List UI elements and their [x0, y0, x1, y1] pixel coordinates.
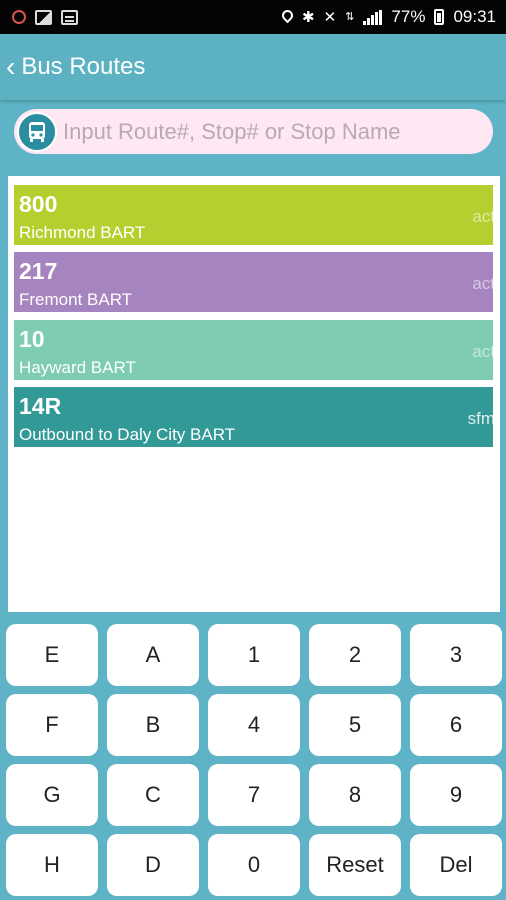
key-g[interactable]: G [6, 764, 98, 826]
mute-icon: ✕ [323, 8, 337, 26]
status-left [12, 9, 78, 25]
key-8[interactable]: 8 [309, 764, 401, 826]
key-d[interactable]: D [107, 834, 199, 896]
key-h[interactable]: H [6, 834, 98, 896]
route-name: Hayward BART [19, 358, 136, 377]
data-icon: ⇅ [345, 10, 355, 23]
route-item-217[interactable]: 217 Fremont BART act [14, 252, 493, 312]
route-agency: act [472, 207, 493, 226]
route-item-800[interactable]: 800 Richmond BART act [14, 185, 493, 245]
status-bar: ✱ ✕ ⇅ 77% 09:31 [0, 0, 506, 34]
message-icon [61, 9, 78, 25]
key-c[interactable]: C [107, 764, 199, 826]
route-item-14r[interactable]: 14R Outbound to Daly City BART sfm [14, 387, 493, 447]
key-0[interactable]: 0 [208, 834, 300, 896]
key-e[interactable]: E [6, 624, 98, 686]
key-1[interactable]: 1 [208, 624, 300, 686]
signal-icon [363, 9, 383, 25]
key-4[interactable]: 4 [208, 694, 300, 756]
app-bar: ‹ Bus Routes [0, 34, 506, 100]
battery-icon [434, 9, 445, 25]
bus-icon [17, 111, 57, 152]
key-a[interactable]: A [107, 624, 199, 686]
clock: 09:31 [453, 7, 496, 26]
key-b[interactable]: B [107, 694, 199, 756]
bluetooth-icon: ✱ [302, 8, 315, 26]
key-f[interactable]: F [6, 694, 98, 756]
search-input[interactable] [61, 117, 485, 146]
route-agency: act [472, 342, 493, 361]
key-6[interactable]: 6 [410, 694, 502, 756]
route-number: 800 [19, 191, 58, 217]
image-icon [35, 9, 52, 25]
search-bar[interactable] [14, 109, 493, 154]
route-list: 800 Richmond BART act 217 Fremont BART a… [8, 176, 500, 612]
route-number: 14R [19, 393, 62, 419]
route-number: 217 [19, 258, 58, 284]
status-right: ✱ ✕ ⇅ 77% 09:31 [282, 7, 496, 27]
key-5[interactable]: 5 [309, 694, 401, 756]
route-name: Fremont BART [19, 290, 133, 309]
route-agency: sfm [467, 409, 493, 428]
location-icon [282, 10, 293, 24]
key-9[interactable]: 9 [410, 764, 502, 826]
route-name: Richmond BART [19, 223, 146, 242]
route-number: 10 [19, 326, 45, 352]
route-agency: act [472, 274, 493, 293]
reset-button[interactable]: Reset [309, 834, 401, 896]
route-item-10[interactable]: 10 Hayward BART act [14, 320, 493, 380]
back-chevron-icon[interactable]: ‹ [6, 53, 15, 81]
key-3[interactable]: 3 [410, 624, 502, 686]
alarm-icon [12, 10, 26, 24]
route-name: Outbound to Daly City BART [19, 425, 236, 444]
delete-button[interactable]: Del [410, 834, 502, 896]
key-7[interactable]: 7 [208, 764, 300, 826]
battery-percent: 77% [391, 7, 426, 26]
page-title: Bus Routes [21, 53, 146, 80]
keypad: E A 1 2 3 F B 4 5 6 G C 7 8 9 H D 0 Rese… [0, 618, 506, 900]
key-2[interactable]: 2 [309, 624, 401, 686]
